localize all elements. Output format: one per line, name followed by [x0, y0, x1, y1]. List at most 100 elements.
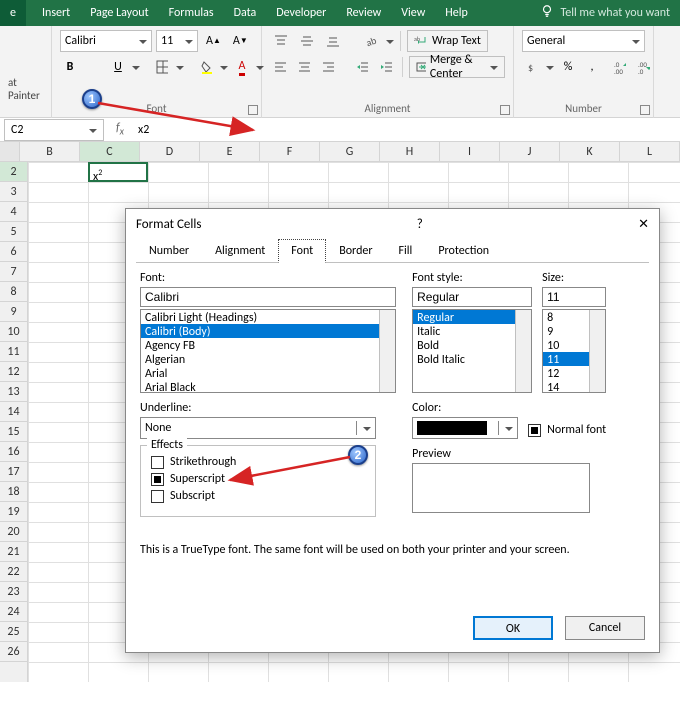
font-size-combo[interactable]: 11	[156, 30, 198, 52]
col-header[interactable]: H	[380, 142, 440, 161]
underline-combo[interactable]: None	[140, 417, 376, 439]
number-format-combo[interactable]: General	[522, 30, 645, 52]
row-header[interactable]: 21	[0, 542, 27, 562]
tab-alignment[interactable]: Alignment	[202, 239, 278, 262]
scrollbar[interactable]	[589, 310, 605, 392]
decrease-indent-icon[interactable]	[352, 56, 372, 78]
tab-view[interactable]: View	[391, 0, 435, 26]
orientation-icon[interactable]: ab	[360, 30, 382, 52]
row-header[interactable]: 7	[0, 262, 27, 282]
col-header[interactable]: K	[560, 142, 620, 161]
row-header[interactable]: 17	[0, 462, 27, 482]
scrollbar[interactable]	[379, 310, 395, 392]
row-header[interactable]: 8	[0, 282, 27, 302]
font-name-combo[interactable]: Calibri	[60, 30, 152, 52]
select-all-corner[interactable]	[0, 142, 20, 161]
dialog-help-button[interactable]: ?	[403, 217, 437, 232]
col-header[interactable]: G	[320, 142, 380, 161]
wrap-text-button[interactable]: ab Wrap Text	[407, 30, 488, 52]
list-item[interactable]: 10	[543, 338, 589, 352]
align-bottom-icon[interactable]	[322, 30, 344, 52]
tell-me-search[interactable]: Tell me what you want	[540, 4, 680, 22]
selected-cell[interactable]: x2	[88, 162, 148, 182]
superscript-checkbox[interactable]: Superscript	[151, 472, 365, 486]
row-header[interactable]: 24	[0, 602, 27, 622]
increase-font-icon[interactable]: A▲	[202, 30, 225, 52]
list-item[interactable]: 14	[543, 380, 589, 393]
row-header[interactable]: 11	[0, 342, 27, 362]
col-header[interactable]: I	[440, 142, 500, 161]
subscript-checkbox[interactable]: Subscript	[151, 489, 365, 503]
row-header[interactable]: 18	[0, 482, 27, 502]
list-item[interactable]: Bold Italic	[413, 352, 515, 366]
col-header[interactable]: D	[140, 142, 200, 161]
list-item[interactable]: Arial Black	[141, 380, 379, 393]
row-header[interactable]: 19	[0, 502, 27, 522]
tab-fill[interactable]: Fill	[386, 239, 426, 262]
row-header[interactable]: 26	[0, 642, 27, 662]
alignment-dialog-launcher[interactable]	[500, 105, 510, 115]
col-header[interactable]: L	[620, 142, 680, 161]
list-item[interactable]: Algerian	[141, 352, 379, 366]
normal-font-checkbox[interactable]: Normal font	[528, 423, 606, 437]
col-header[interactable]: F	[260, 142, 320, 161]
row-header[interactable]: 25	[0, 622, 27, 642]
tab-font[interactable]: Font	[278, 239, 326, 263]
align-left-icon[interactable]	[270, 56, 290, 78]
list-item[interactable]: Regular	[413, 310, 515, 324]
fx-icon[interactable]: fx	[108, 121, 132, 137]
underline-caret-icon[interactable]	[132, 60, 140, 74]
increase-decimal-icon[interactable]: .0.00	[610, 56, 630, 78]
ok-button[interactable]: OK	[473, 616, 553, 640]
border-button[interactable]	[152, 56, 172, 78]
col-header[interactable]: J	[500, 142, 560, 161]
font-listbox[interactable]: Calibri Light (Headings)Calibri (Body)Ag…	[140, 309, 396, 393]
row-header[interactable]: 9	[0, 302, 27, 322]
list-item[interactable]: Calibri Light (Headings)	[141, 310, 379, 324]
merge-center-button[interactable]: Merge & Center	[409, 56, 505, 78]
font-color-button[interactable]: A	[232, 56, 252, 78]
row-header[interactable]: 22	[0, 562, 27, 582]
strikethrough-checkbox[interactable]: Strikethrough	[151, 455, 365, 469]
col-header[interactable]: B	[20, 142, 80, 161]
row-header[interactable]: 2	[0, 162, 27, 182]
row-header[interactable]: 13	[0, 382, 27, 402]
row-header[interactable]: 10	[0, 322, 27, 342]
scrollbar[interactable]	[515, 310, 531, 392]
bold-button[interactable]: B	[60, 56, 80, 78]
tab-developer[interactable]: Developer	[266, 0, 336, 26]
tab-insert[interactable]: Insert	[32, 0, 80, 26]
fill-caret-icon[interactable]	[220, 60, 228, 74]
format-painter-button[interactable]: at Painter	[8, 76, 43, 102]
tab-review[interactable]: Review	[336, 0, 391, 26]
row-header[interactable]: 4	[0, 202, 27, 222]
row-header[interactable]: 16	[0, 442, 27, 462]
comma-format-icon[interactable]: ,	[582, 56, 602, 78]
cancel-button[interactable]: Cancel	[565, 616, 645, 640]
row-header[interactable]: 15	[0, 422, 27, 442]
name-box[interactable]: C2	[4, 119, 104, 141]
list-item[interactable]: Calibri (Body)	[141, 324, 379, 338]
list-item[interactable]: Bold	[413, 338, 515, 352]
list-item[interactable]: Agency FB	[141, 338, 379, 352]
align-center-icon[interactable]	[294, 56, 314, 78]
tab-data[interactable]: Data	[224, 0, 267, 26]
align-right-icon[interactable]	[318, 56, 338, 78]
fill-color-button[interactable]	[196, 56, 216, 78]
strike-hidden[interactable]	[84, 56, 104, 78]
list-item[interactable]: 11	[543, 352, 589, 366]
list-item[interactable]: Arial	[141, 366, 379, 380]
font-style-input[interactable]	[412, 287, 532, 307]
col-header[interactable]: E	[200, 142, 260, 161]
tab-protection[interactable]: Protection	[425, 239, 502, 262]
row-header[interactable]: 6	[0, 242, 27, 262]
row-header[interactable]: 20	[0, 522, 27, 542]
increase-indent-icon[interactable]	[376, 56, 396, 78]
row-header[interactable]: 3	[0, 182, 27, 202]
decrease-font-icon[interactable]: A▼	[229, 30, 252, 52]
align-middle-icon[interactable]	[296, 30, 318, 52]
percent-format-icon[interactable]: %	[558, 56, 578, 78]
size-listbox[interactable]: 8910111214	[542, 309, 606, 393]
tab-number[interactable]: Number	[136, 239, 202, 262]
tab-help[interactable]: Help	[435, 0, 478, 26]
